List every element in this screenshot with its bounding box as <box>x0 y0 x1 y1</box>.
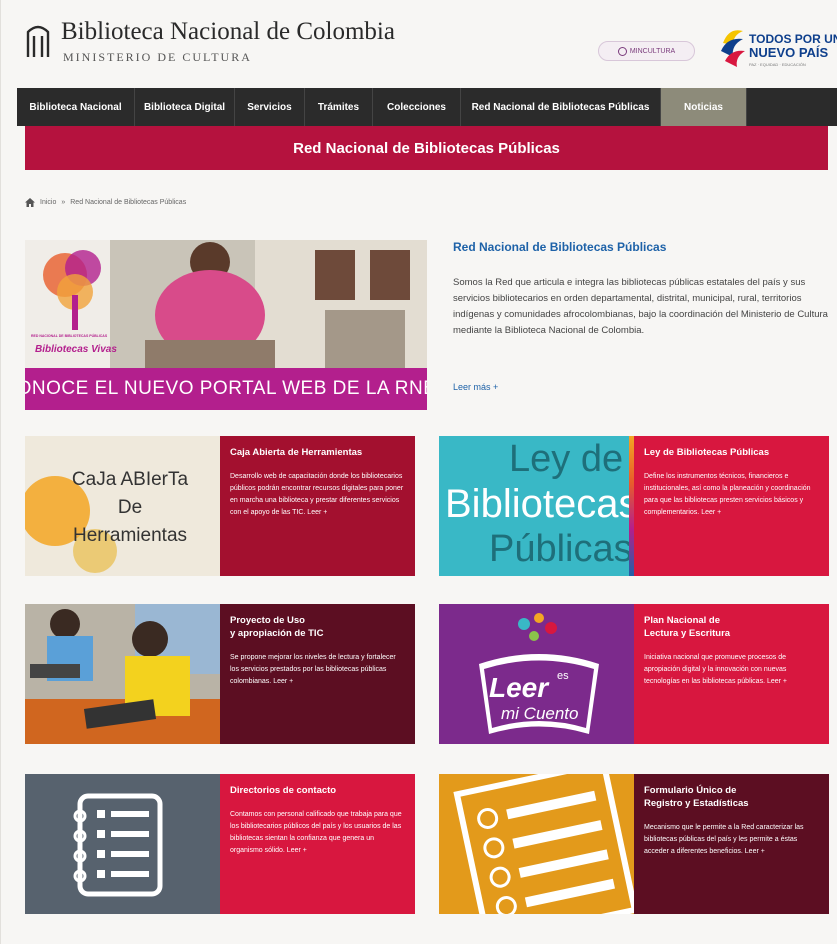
card-plan-img-text3: mi Cuento <box>501 704 579 723</box>
card-text: Se propone mejorar los niveles de lectur… <box>230 654 396 685</box>
card-directorios-body: Directorios de contacto Contamos con per… <box>220 774 415 914</box>
card-title: Plan Nacional de Lectura y Escritura <box>644 615 731 639</box>
nav-item-biblioteca-nacional[interactable]: Biblioteca Nacional <box>17 88 135 126</box>
card-proyecto-tic-image <box>25 604 220 744</box>
hero-caption: CONOCE EL NUEVO PORTAL WEB DE LA RNBP <box>25 368 427 410</box>
card-proyecto-tic[interactable]: Proyecto de Uso y apropiación de TIC Se … <box>25 604 415 744</box>
site-title[interactable]: Biblioteca Nacional de Colombia <box>61 18 395 46</box>
nav-item-servicios[interactable]: Servicios <box>235 88 305 126</box>
card-ley-image: Ley de Bibliotecas Públicas <box>439 436 634 576</box>
hero-text: Somos la Red que articula e integra las … <box>453 277 828 336</box>
checklist-icon <box>453 774 634 914</box>
gov-line2: NUEVO PAÍS <box>749 45 829 60</box>
card-caja-abierta-body: Caja Abierta de Herramientas Desarrollo … <box>220 436 415 576</box>
card-caja-abierta[interactable]: CaJa ABIerTa De Herramientas Caja Abiert… <box>25 436 415 576</box>
nav-item-red-nacional[interactable]: Red Nacional de Bibliotecas Públicas <box>461 88 661 126</box>
card-ley-img-text2: Bibliotecas <box>445 482 634 526</box>
card-plan-img-text2: es <box>557 670 569 682</box>
card-text: Mecanismo que le permite a la Red caract… <box>644 824 804 855</box>
card-title: Directorios de contacto <box>230 785 337 796</box>
nav-item-noticias[interactable]: Noticias <box>661 88 747 126</box>
nav-item-tramites[interactable]: Trámites <box>305 88 373 126</box>
card-text: Contamos con personal calificado que tra… <box>230 811 402 854</box>
notebook-list-icon <box>73 793 163 897</box>
card-title: Ley de Bibliotecas Públicas <box>644 447 770 458</box>
page: Biblioteca Nacional de Colombia MINISTER… <box>0 0 837 944</box>
card-proyecto-tic-body: Proyecto de Uso y apropiación de TIC Se … <box>220 604 415 744</box>
hero-read-more-link[interactable]: Leer más + <box>453 382 498 392</box>
home-icon[interactable] <box>25 198 35 207</box>
gov-small-text: PAZ · EQUIDAD · EDUCACIÓN <box>749 62 806 67</box>
hero-image[interactable]: RED NACIONAL DE BIBLIOTECAS PÚBLICAS Bib… <box>25 240 427 410</box>
mincultura-link[interactable]: MINCULTURA <box>598 41 695 61</box>
card-title: Caja Abierta de Herramientas <box>230 447 363 458</box>
card-title: Proyecto de Uso y apropiación de TIC <box>230 615 324 639</box>
card-formulario-body: Formulario Único de Registro y Estadísti… <box>634 774 829 914</box>
card-plan-nacional-body: Plan Nacional de Lectura y Escritura Ini… <box>634 604 829 744</box>
main-nav: Biblioteca Nacional Biblioteca Digital S… <box>17 88 837 126</box>
card-plan-nacional[interactable]: Leer es mi Cuento Plan Nacional de Lectu… <box>439 604 829 744</box>
card-plan-img-text1: Leer <box>489 672 549 703</box>
card-directorios-image <box>25 774 220 914</box>
card-formulario[interactable]: Formulario Único de Registro y Estadísti… <box>439 774 829 914</box>
mincultura-icon <box>617 46 627 56</box>
card-proyecto-tic-photo <box>25 604 220 744</box>
card-formulario-image <box>439 774 634 914</box>
card-title: Formulario Único de Registro y Estadísti… <box>644 785 749 809</box>
site-subtitle: MINISTERIO DE CULTURA <box>63 50 252 64</box>
card-caja-abierta-image: CaJa ABIerTa De Herramientas <box>25 436 220 576</box>
breadcrumb: Inicio » Red Nacional de Bibliotecas Púb… <box>25 198 186 207</box>
card-directorios[interactable]: Directorios de contacto Contamos con per… <box>25 774 415 914</box>
card-ley-body: Ley de Bibliotecas Públicas Define los i… <box>634 436 829 576</box>
card-caja-abierta-img-text: CaJa ABIerTa De Herramientas <box>71 469 189 546</box>
breadcrumb-home[interactable]: Inicio <box>40 199 56 206</box>
hero-title[interactable]: Red Nacional de Bibliotecas Públicas <box>453 240 666 254</box>
card-text: Desarrollo web de capacitación donde los… <box>230 473 404 516</box>
card-text: Define los instrumentos técnicos, financ… <box>644 473 811 516</box>
card-text: Iniciativa nacional que promueve proceso… <box>644 654 788 685</box>
card-ley-img-text1: Ley de <box>509 438 624 480</box>
nav-item-colecciones[interactable]: Colecciones <box>373 88 461 126</box>
government-slogan: TODOS POR UN NUEVO PAÍS <box>749 33 837 60</box>
mincultura-label: MINCULTURA <box>629 47 676 55</box>
breadcrumb-current: Red Nacional de Bibliotecas Públicas <box>70 199 187 206</box>
library-logo-icon[interactable] <box>25 24 51 58</box>
card-ley-img-text3: Públicas <box>489 528 633 570</box>
hero-img-label: Bibliotecas Vivas <box>35 344 117 355</box>
site-header: Biblioteca Nacional de Colombia MINISTER… <box>1 0 837 88</box>
nav-item-biblioteca-digital[interactable]: Biblioteca Digital <box>135 88 235 126</box>
hero-img-small-label: RED NACIONAL DE BIBLIOTECAS PÚBLICAS <box>31 334 108 338</box>
card-ley-bibliotecas[interactable]: Ley de Bibliotecas Públicas Ley de Bibli… <box>439 436 829 576</box>
card-plan-nacional-image: Leer es mi Cuento <box>439 604 634 744</box>
breadcrumb-separator: » <box>61 199 66 206</box>
page-title-banner: Red Nacional de Bibliotecas Públicas <box>25 126 828 170</box>
